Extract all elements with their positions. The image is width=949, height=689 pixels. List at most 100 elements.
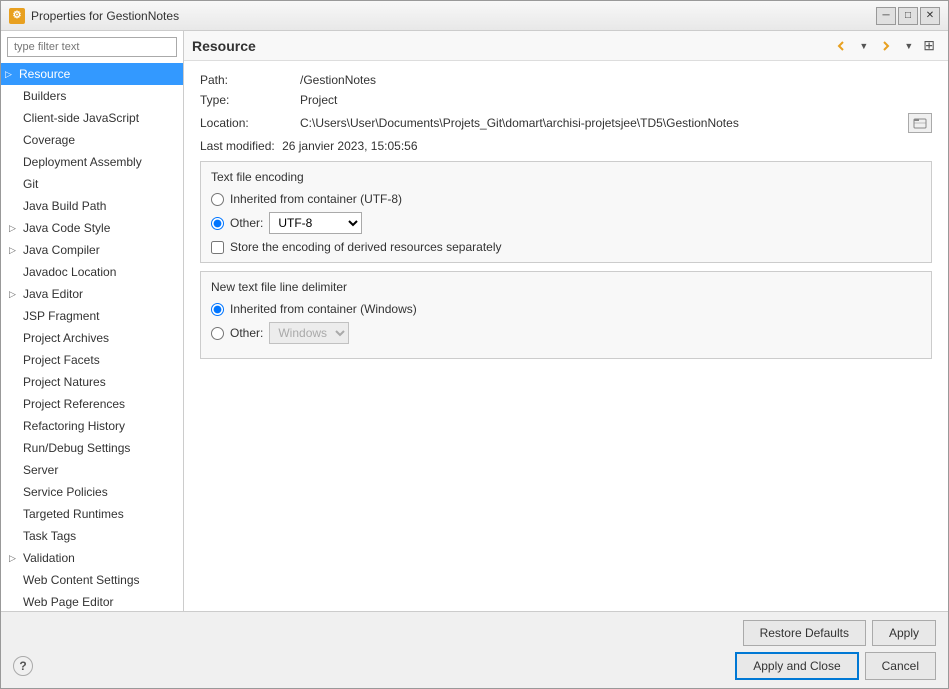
cancel-button[interactable]: Cancel	[865, 652, 936, 680]
store-encoding-label[interactable]: Store the encoding of derived resources …	[230, 240, 502, 254]
last-modified-label: Last modified:	[200, 139, 275, 153]
sidebar-item-targeted-runtimes[interactable]: Targeted Runtimes	[1, 503, 183, 525]
encoding-inherited-row: Inherited from container (UTF-8)	[211, 192, 921, 206]
sidebar-item-label: Web Content Settings	[23, 571, 140, 589]
footer: Restore Defaults Apply ? Apply and Close…	[1, 611, 948, 688]
help-button[interactable]: ?	[13, 656, 33, 676]
restore-defaults-button[interactable]: Restore Defaults	[743, 620, 866, 646]
arrow-icon: ▷	[9, 241, 23, 259]
line-inherited-label[interactable]: Inherited from container (Windows)	[230, 302, 417, 316]
sidebar-item-label: Run/Debug Settings	[23, 439, 130, 457]
footer-right-buttons: Apply and Close Cancel	[735, 652, 936, 680]
title-bar: ⚙ Properties for GestionNotes ─ □ ✕	[1, 1, 948, 31]
location-value: C:\Users\User\Documents\Projets_Git\doma…	[300, 116, 902, 130]
expand-button[interactable]: ⊞	[918, 34, 940, 57]
filter-input[interactable]	[7, 37, 177, 57]
sidebar-item-label: Javadoc Location	[23, 263, 116, 281]
sidebar: ▷ Resource Builders Client-side JavaScri…	[1, 31, 184, 611]
minimize-button[interactable]: ─	[876, 7, 896, 25]
sidebar-item-label: Project Archives	[23, 329, 109, 347]
sidebar-item-label: Coverage	[23, 131, 75, 149]
main-content: Path: /GestionNotes Type: Project Locati…	[184, 61, 948, 611]
sidebar-item-label: Client-side JavaScript	[23, 109, 139, 127]
sidebar-item-label: Java Build Path	[23, 197, 106, 215]
line-delimiter-section: New text file line delimiter Inherited f…	[200, 271, 932, 359]
sidebar-item-label: Service Policies	[23, 483, 108, 501]
back-button[interactable]	[828, 35, 854, 57]
last-modified-value: 26 janvier 2023, 15:05:56	[282, 139, 417, 153]
sidebar-item-label: Java Compiler	[23, 241, 100, 259]
sidebar-item-deployment-assembly[interactable]: Deployment Assembly	[1, 151, 183, 173]
type-row: Type: Project	[200, 93, 932, 107]
forward-button[interactable]	[873, 35, 899, 57]
sidebar-item-java-editor[interactable]: ▷ Java Editor	[1, 283, 183, 305]
sidebar-item-builders[interactable]: Builders	[1, 85, 183, 107]
sidebar-item-java-compiler[interactable]: ▷ Java Compiler	[1, 239, 183, 261]
close-button[interactable]: ✕	[920, 7, 940, 25]
maximize-button[interactable]: □	[898, 7, 918, 25]
apply-close-button[interactable]: Apply and Close	[735, 652, 858, 680]
encoding-other-label[interactable]: Other:	[230, 216, 263, 230]
sidebar-item-label: Targeted Runtimes	[23, 505, 124, 523]
forward-dropdown-button[interactable]: ▼	[901, 38, 916, 54]
sidebar-item-label: JSP Fragment	[23, 307, 99, 325]
arrow-icon: ▷	[9, 285, 23, 303]
store-encoding-row: Store the encoding of derived resources …	[211, 240, 921, 254]
sidebar-item-coverage[interactable]: Coverage	[1, 129, 183, 151]
sidebar-item-resource[interactable]: ▷ Resource	[1, 63, 183, 85]
sidebar-item-git[interactable]: Git	[1, 173, 183, 195]
sidebar-item-label: Java Editor	[23, 285, 83, 303]
encoding-section: Text file encoding Inherited from contai…	[200, 161, 932, 263]
sidebar-item-web-page-editor[interactable]: Web Page Editor	[1, 591, 183, 611]
sidebar-item-project-references[interactable]: Project References	[1, 393, 183, 415]
sidebar-item-label: Project References	[23, 395, 125, 413]
sidebar-item-javadoc-location[interactable]: Javadoc Location	[1, 261, 183, 283]
path-row: Path: /GestionNotes	[200, 73, 932, 87]
path-label: Path:	[200, 73, 300, 87]
arrow-icon: ▷	[5, 65, 19, 83]
sidebar-item-validation[interactable]: ▷ Validation	[1, 547, 183, 569]
sidebar-item-web-content-settings[interactable]: Web Content Settings	[1, 569, 183, 591]
arrow-icon: ▷	[9, 219, 23, 237]
store-encoding-checkbox[interactable]	[211, 241, 224, 254]
sidebar-item-label: Refactoring History	[23, 417, 125, 435]
sidebar-item-task-tags[interactable]: Task Tags	[1, 525, 183, 547]
toolbar-buttons: ▼ ▼ ⊞	[828, 34, 940, 57]
browse-button[interactable]	[908, 113, 932, 133]
sidebar-item-service-policies[interactable]: Service Policies	[1, 481, 183, 503]
location-row: Location: C:\Users\User\Documents\Projet…	[200, 113, 932, 133]
sidebar-item-label: Builders	[23, 87, 66, 105]
sidebar-item-project-facets[interactable]: Project Facets	[1, 349, 183, 371]
sidebar-item-label: Java Code Style	[23, 219, 110, 237]
sidebar-item-project-natures[interactable]: Project Natures	[1, 371, 183, 393]
location-label: Location:	[200, 116, 300, 130]
forward-icon	[878, 38, 894, 54]
back-dropdown-button[interactable]: ▼	[856, 38, 871, 54]
main-toolbar: Resource ▼ ▼ ⊞	[184, 31, 948, 61]
sidebar-item-java-build-path[interactable]: Java Build Path	[1, 195, 183, 217]
line-other-label[interactable]: Other:	[230, 326, 263, 340]
encoding-inherited-label[interactable]: Inherited from container (UTF-8)	[230, 192, 402, 206]
apply-button[interactable]: Apply	[872, 620, 936, 646]
encoding-other-row: Other: UTF-8 UTF-16 ISO-8859-1 US-ASCII	[211, 212, 921, 234]
sidebar-item-project-archives[interactable]: Project Archives	[1, 327, 183, 349]
sidebar-item-label: Project Natures	[23, 373, 106, 391]
window-icon: ⚙	[9, 8, 25, 24]
sidebar-item-client-side-js[interactable]: Client-side JavaScript	[1, 107, 183, 129]
window-controls: ─ □ ✕	[876, 7, 940, 25]
sidebar-item-label: Task Tags	[23, 527, 76, 545]
sidebar-item-java-code-style[interactable]: ▷ Java Code Style	[1, 217, 183, 239]
encoding-inherited-radio[interactable]	[211, 193, 224, 206]
sidebar-item-label: Project Facets	[23, 351, 100, 369]
line-delimiter-select[interactable]: Windows Unix Mac	[269, 322, 349, 344]
line-inherited-radio[interactable]	[211, 303, 224, 316]
line-delimiter-section-title: New text file line delimiter	[211, 280, 921, 294]
encoding-select[interactable]: UTF-8 UTF-16 ISO-8859-1 US-ASCII	[269, 212, 362, 234]
encoding-other-radio[interactable]	[211, 217, 224, 230]
sidebar-item-jsp-fragment[interactable]: JSP Fragment	[1, 305, 183, 327]
sidebar-item-refactoring-history[interactable]: Refactoring History	[1, 415, 183, 437]
line-other-radio[interactable]	[211, 327, 224, 340]
sidebar-item-server[interactable]: Server	[1, 459, 183, 481]
sidebar-item-run-debug-settings[interactable]: Run/Debug Settings	[1, 437, 183, 459]
sidebar-item-label: Server	[23, 461, 58, 479]
